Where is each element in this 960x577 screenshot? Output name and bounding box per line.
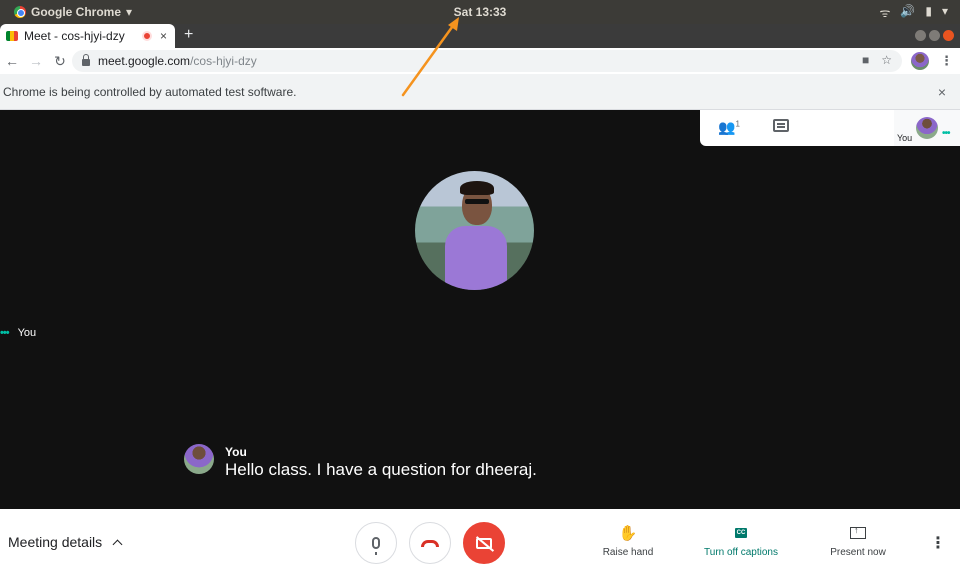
top-right-panel: 👥1 You ••• (700, 110, 960, 146)
new-tab-button[interactable]: + (184, 26, 193, 44)
microphone-icon (372, 537, 380, 555)
minimize-button[interactable] (915, 30, 926, 41)
speaking-indicator-icon: ••• (942, 128, 950, 139)
screen: Google Chrome ▾ Sat 13:33 ᯤ 🔊 ▮ ▾ Meet -… (0, 0, 960, 577)
automation-infobar: Chrome is being controlled by automated … (0, 74, 960, 110)
battery-icon[interactable]: ▮ (925, 4, 932, 21)
leave-call-button[interactable] (409, 522, 451, 564)
profile-avatar[interactable] (911, 52, 929, 70)
tab-close-icon[interactable]: × (160, 29, 167, 43)
chrome-menu-icon[interactable]: ⋮ (940, 53, 953, 69)
present-label: Present now (830, 547, 886, 558)
chevron-up-icon (112, 539, 123, 549)
captions-button[interactable]: CC Turn off captions (697, 523, 785, 558)
hang-up-icon (421, 539, 439, 547)
captions-label: Turn off captions (704, 547, 778, 558)
avatar-photo-sunglasses (465, 199, 489, 204)
avatar-photo-hair (460, 181, 494, 195)
participants-button[interactable]: 👥1 (718, 119, 740, 136)
chat-icon[interactable] (773, 119, 789, 132)
more-options-icon[interactable]: ⋮ (930, 533, 946, 553)
tab-meet[interactable]: Meet - cos-hjyi-dzy × (0, 24, 175, 48)
window-controls (915, 30, 954, 41)
raise-hand-label: Raise hand (602, 547, 654, 558)
participant-avatar (415, 171, 534, 290)
speaking-indicator-icon: ••• (0, 327, 10, 339)
meeting-details-button[interactable]: Meeting details (8, 534, 123, 550)
recording-indicator-icon (141, 31, 152, 41)
raise-hand-button[interactable]: ✋ Raise hand (598, 523, 658, 558)
clock[interactable]: Sat 13:33 (0, 5, 960, 19)
close-window-button[interactable] (943, 30, 954, 41)
hand-icon: ✋ (618, 525, 638, 542)
url-host: meet.google.com (98, 54, 191, 68)
avatar-photo-body (445, 226, 507, 290)
people-icon: 👥 (718, 119, 736, 135)
bookmark-star-icon[interactable]: ☆ (881, 53, 892, 67)
participants-count: 1 (735, 119, 740, 129)
lock-icon[interactable] (82, 53, 90, 66)
browser-toolbar: ← → ↻ meet.google.com/cos-hjyi-dzy ■ ☆ ⋮ (0, 48, 960, 74)
caption-speaker: You (225, 445, 247, 459)
meeting-details-label: Meeting details (8, 534, 103, 550)
microphone-button[interactable] (355, 522, 397, 564)
address-bar[interactable]: meet.google.com/cos-hjyi-dzy ■ ☆ (72, 50, 902, 72)
camera-off-icon (476, 537, 492, 549)
captions-icon: CC (735, 528, 747, 538)
participant-name-label: ••• You (0, 327, 36, 339)
participant-name: You (17, 327, 37, 339)
call-controls-bar: Meeting details ✋ Raise hand CC Turn off… (0, 509, 960, 577)
caption-speaker-avatar (184, 444, 214, 474)
maximize-button[interactable] (929, 30, 940, 41)
volume-icon[interactable]: 🔊 (900, 4, 915, 21)
meet-favicon-icon (6, 31, 18, 41)
infobar-close-icon[interactable]: × (938, 84, 946, 100)
back-icon[interactable]: ← (0, 53, 24, 69)
system-tray[interactable]: ᯤ 🔊 ▮ ▾ (879, 4, 948, 21)
reload-icon[interactable]: ↻ (48, 53, 72, 70)
wifi-icon[interactable]: ᯤ (879, 4, 890, 21)
forward-icon[interactable]: → (24, 53, 48, 69)
camera-blocked-icon[interactable]: ■ (862, 53, 869, 67)
tab-title: Meet - cos-hjyi-dzy (24, 29, 125, 43)
self-tile-label: You (897, 133, 913, 143)
caption-text: Hello class. I have a question for dheer… (225, 460, 537, 479)
system-top-bar: Google Chrome ▾ Sat 13:33 ᯤ 🔊 ▮ ▾ (0, 0, 960, 24)
url-path: /cos-hjyi-dzy (190, 54, 257, 68)
present-screen-icon (850, 525, 866, 539)
infobar-text: Chrome is being controlled by automated … (3, 84, 297, 99)
tab-strip: Meet - cos-hjyi-dzy × + (0, 24, 960, 48)
present-now-button[interactable]: Present now (826, 523, 890, 558)
self-avatar (916, 117, 938, 139)
self-view-tile[interactable]: You ••• (894, 110, 960, 146)
meeting-stage: 👥1 You ••• ••• You You Hello class. I ha… (0, 110, 960, 509)
menu-arrow-icon[interactable]: ▾ (942, 4, 948, 21)
camera-toggle-button[interactable] (463, 522, 505, 564)
